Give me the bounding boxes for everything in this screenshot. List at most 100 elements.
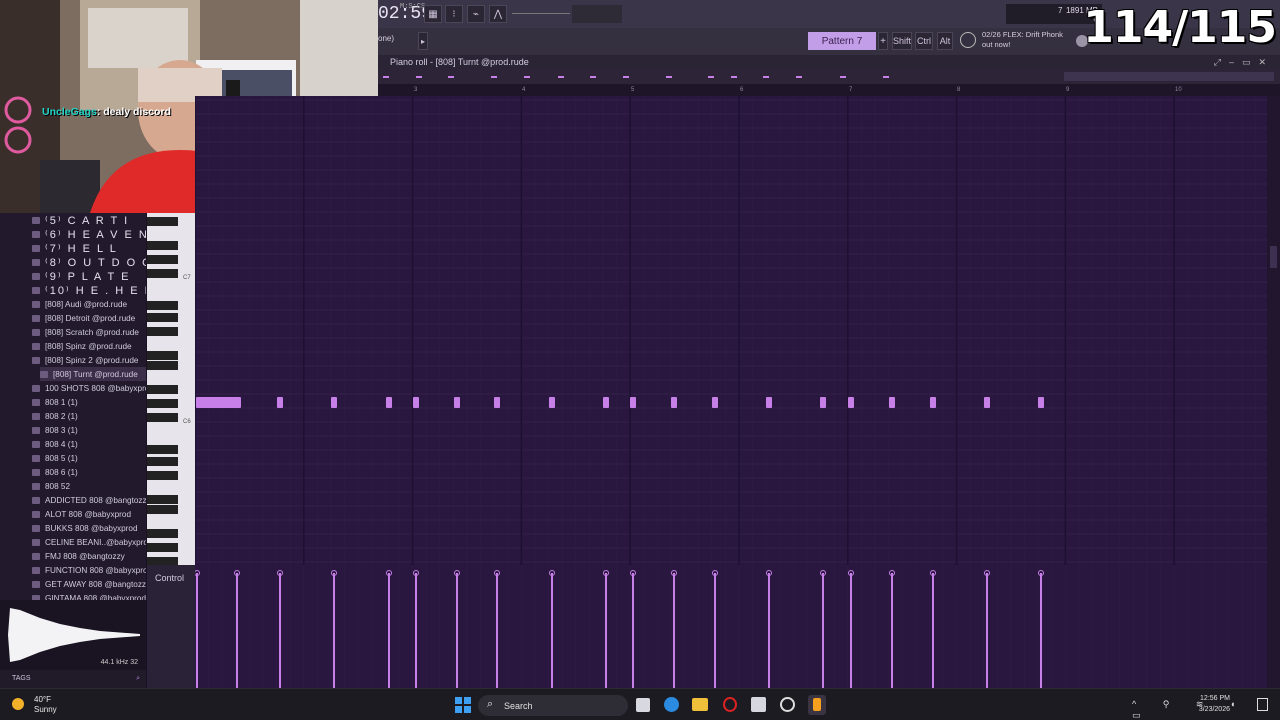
browser-item[interactable]: 808 2 (1) bbox=[32, 409, 78, 423]
browser-item[interactable]: ⁽10⁾ H E . H E L L bbox=[32, 283, 146, 297]
browser-item[interactable]: CELINE BEANI..@babyxprod bbox=[32, 535, 146, 549]
black-key[interactable] bbox=[147, 313, 178, 322]
velocity-bar[interactable] bbox=[632, 573, 634, 688]
velocity-bar[interactable] bbox=[986, 573, 988, 688]
alt-button[interactable]: Alt bbox=[937, 32, 953, 50]
black-key[interactable] bbox=[147, 255, 178, 264]
black-key[interactable] bbox=[147, 413, 178, 422]
velocity-bar[interactable] bbox=[605, 573, 607, 688]
browser-item[interactable]: ADDICTED 808 @bangtozzy bbox=[32, 493, 146, 507]
snap-mode-select[interactable]: one) bbox=[378, 34, 394, 43]
notification-icon[interactable] bbox=[1257, 698, 1268, 711]
black-key[interactable] bbox=[147, 351, 178, 360]
step-edit-icon[interactable]: ⁝ bbox=[445, 5, 463, 23]
black-key[interactable] bbox=[147, 269, 178, 278]
midi-note[interactable] bbox=[331, 397, 337, 408]
black-key[interactable] bbox=[147, 217, 178, 226]
velocity-bar[interactable] bbox=[891, 573, 893, 688]
browser-item[interactable]: 808 5 (1) bbox=[32, 451, 78, 465]
browser-item[interactable]: ⁽8⁾ O U T D O O R bbox=[32, 255, 146, 269]
black-key[interactable] bbox=[147, 471, 178, 480]
midi-note[interactable] bbox=[277, 397, 283, 408]
news-icon[interactable] bbox=[960, 32, 976, 48]
piano-keyboard[interactable]: C7 C6 bbox=[147, 213, 195, 565]
start-icon[interactable] bbox=[455, 697, 471, 713]
midi-note[interactable] bbox=[454, 397, 460, 408]
browser-item[interactable]: 808 52 bbox=[32, 479, 70, 493]
velocity-bar[interactable] bbox=[768, 573, 770, 688]
add-pattern-button[interactable]: + bbox=[878, 32, 888, 50]
velocity-lane[interactable] bbox=[194, 565, 1270, 688]
task-view-icon[interactable] bbox=[636, 698, 650, 712]
browser-item[interactable]: ⁽7⁾ H E L L bbox=[32, 241, 118, 255]
black-key[interactable] bbox=[147, 301, 178, 310]
midi-note[interactable] bbox=[930, 397, 936, 408]
pattern-selector[interactable]: Pattern 7 bbox=[808, 32, 876, 50]
black-key[interactable] bbox=[147, 241, 178, 250]
browser-item[interactable]: ⁽6⁾ H E A V E N bbox=[32, 227, 146, 241]
browser-item[interactable]: ⁽9⁾ P L A T E bbox=[32, 269, 130, 283]
control-lane-scrollbar[interactable] bbox=[1267, 565, 1280, 688]
velocity-bar[interactable] bbox=[236, 573, 238, 688]
vertical-scroll-thumb[interactable] bbox=[1270, 246, 1277, 268]
file-explorer-icon[interactable] bbox=[692, 698, 708, 711]
browser-item[interactable]: 808 4 (1) bbox=[32, 437, 78, 451]
midi-note[interactable] bbox=[630, 397, 636, 408]
copilot-icon[interactable] bbox=[664, 697, 679, 712]
browser-item[interactable]: [808] Audi @prod.rude bbox=[32, 297, 127, 311]
browser-item[interactable]: 808 6 (1) bbox=[32, 465, 78, 479]
master-pitch-slider[interactable] bbox=[572, 5, 622, 23]
tag-search-icon[interactable]: ⌕ bbox=[136, 670, 140, 688]
news-ticker[interactable]: 02/26 FLEX: Drift Phonk out now! bbox=[982, 30, 1063, 50]
clock[interactable]: 12:56 PM 3/23/2026 bbox=[1199, 693, 1230, 715]
tags-bar[interactable]: TAGS ⌕ bbox=[0, 670, 146, 688]
typing-keyboard-icon[interactable]: ▦ bbox=[424, 5, 442, 23]
shift-button[interactable]: Shift bbox=[892, 32, 912, 50]
control-lane-label[interactable]: Control bbox=[147, 565, 195, 688]
velocity-bar[interactable] bbox=[279, 573, 281, 688]
browser-item[interactable]: [808] Scratch @prod.rude bbox=[32, 325, 139, 339]
wait-for-input-icon[interactable]: ⌁ bbox=[467, 5, 485, 23]
metronome-icon[interactable]: ⋀ bbox=[489, 5, 507, 23]
velocity-bar[interactable] bbox=[714, 573, 716, 688]
browser-item[interactable]: 808 3 (1) bbox=[32, 423, 78, 437]
midi-note[interactable] bbox=[766, 397, 772, 408]
velocity-bar[interactable] bbox=[415, 573, 417, 688]
browser-item[interactable]: [808] Spinz 2 @prod.rude bbox=[32, 353, 138, 367]
taskbar-search[interactable]: ⌕ Search bbox=[478, 695, 628, 716]
browser-item[interactable]: GINTAMA 808 @babyxprod bbox=[32, 591, 146, 600]
midi-note[interactable] bbox=[413, 397, 419, 408]
browser-item[interactable]: [808] Turnt @prod.rude bbox=[40, 367, 146, 381]
black-key[interactable] bbox=[147, 385, 178, 394]
black-key[interactable] bbox=[147, 361, 178, 370]
store-icon[interactable] bbox=[751, 697, 766, 712]
browser-item[interactable]: [808] Spinz @prod.rude bbox=[32, 339, 132, 353]
overview-scroll-thumb[interactable] bbox=[1064, 72, 1274, 81]
velocity-bar[interactable] bbox=[196, 573, 198, 688]
velocity-bar[interactable] bbox=[673, 573, 675, 688]
midi-note[interactable] bbox=[984, 397, 990, 408]
browser-item[interactable]: 808 1 (1) bbox=[32, 395, 78, 409]
browser-item[interactable]: ALOT 808 @babyxprod bbox=[32, 507, 131, 521]
note-grid[interactable] bbox=[194, 96, 1270, 565]
velocity-bar[interactable] bbox=[850, 573, 852, 688]
midi-note[interactable] bbox=[1038, 397, 1044, 408]
velocity-lane-canvas[interactable] bbox=[194, 565, 1270, 688]
timeline-ruler[interactable]: 3 4 5 6 7 8 9 10 bbox=[378, 84, 1280, 96]
black-key[interactable] bbox=[147, 543, 178, 552]
velocity-bar[interactable] bbox=[1040, 573, 1042, 688]
browser-item[interactable]: ⁽5⁾ C A R T I bbox=[32, 213, 129, 227]
opera-icon[interactable] bbox=[723, 697, 737, 712]
fl-studio-taskbar-icon[interactable] bbox=[808, 695, 826, 715]
midi-note[interactable] bbox=[603, 397, 609, 408]
vertical-scrollbar[interactable] bbox=[1267, 96, 1280, 565]
velocity-bar[interactable] bbox=[388, 573, 390, 688]
midi-note[interactable] bbox=[671, 397, 677, 408]
midi-note[interactable] bbox=[549, 397, 555, 408]
browser-item[interactable]: FMJ 808 @bangtozzy bbox=[32, 549, 125, 563]
midi-note[interactable] bbox=[196, 397, 241, 408]
pattern-overview-bar[interactable] bbox=[378, 69, 1280, 84]
midi-note[interactable] bbox=[494, 397, 500, 408]
browser-item[interactable]: FUNCTION 808 @babyxprod bbox=[32, 563, 146, 577]
black-key[interactable] bbox=[147, 445, 178, 454]
